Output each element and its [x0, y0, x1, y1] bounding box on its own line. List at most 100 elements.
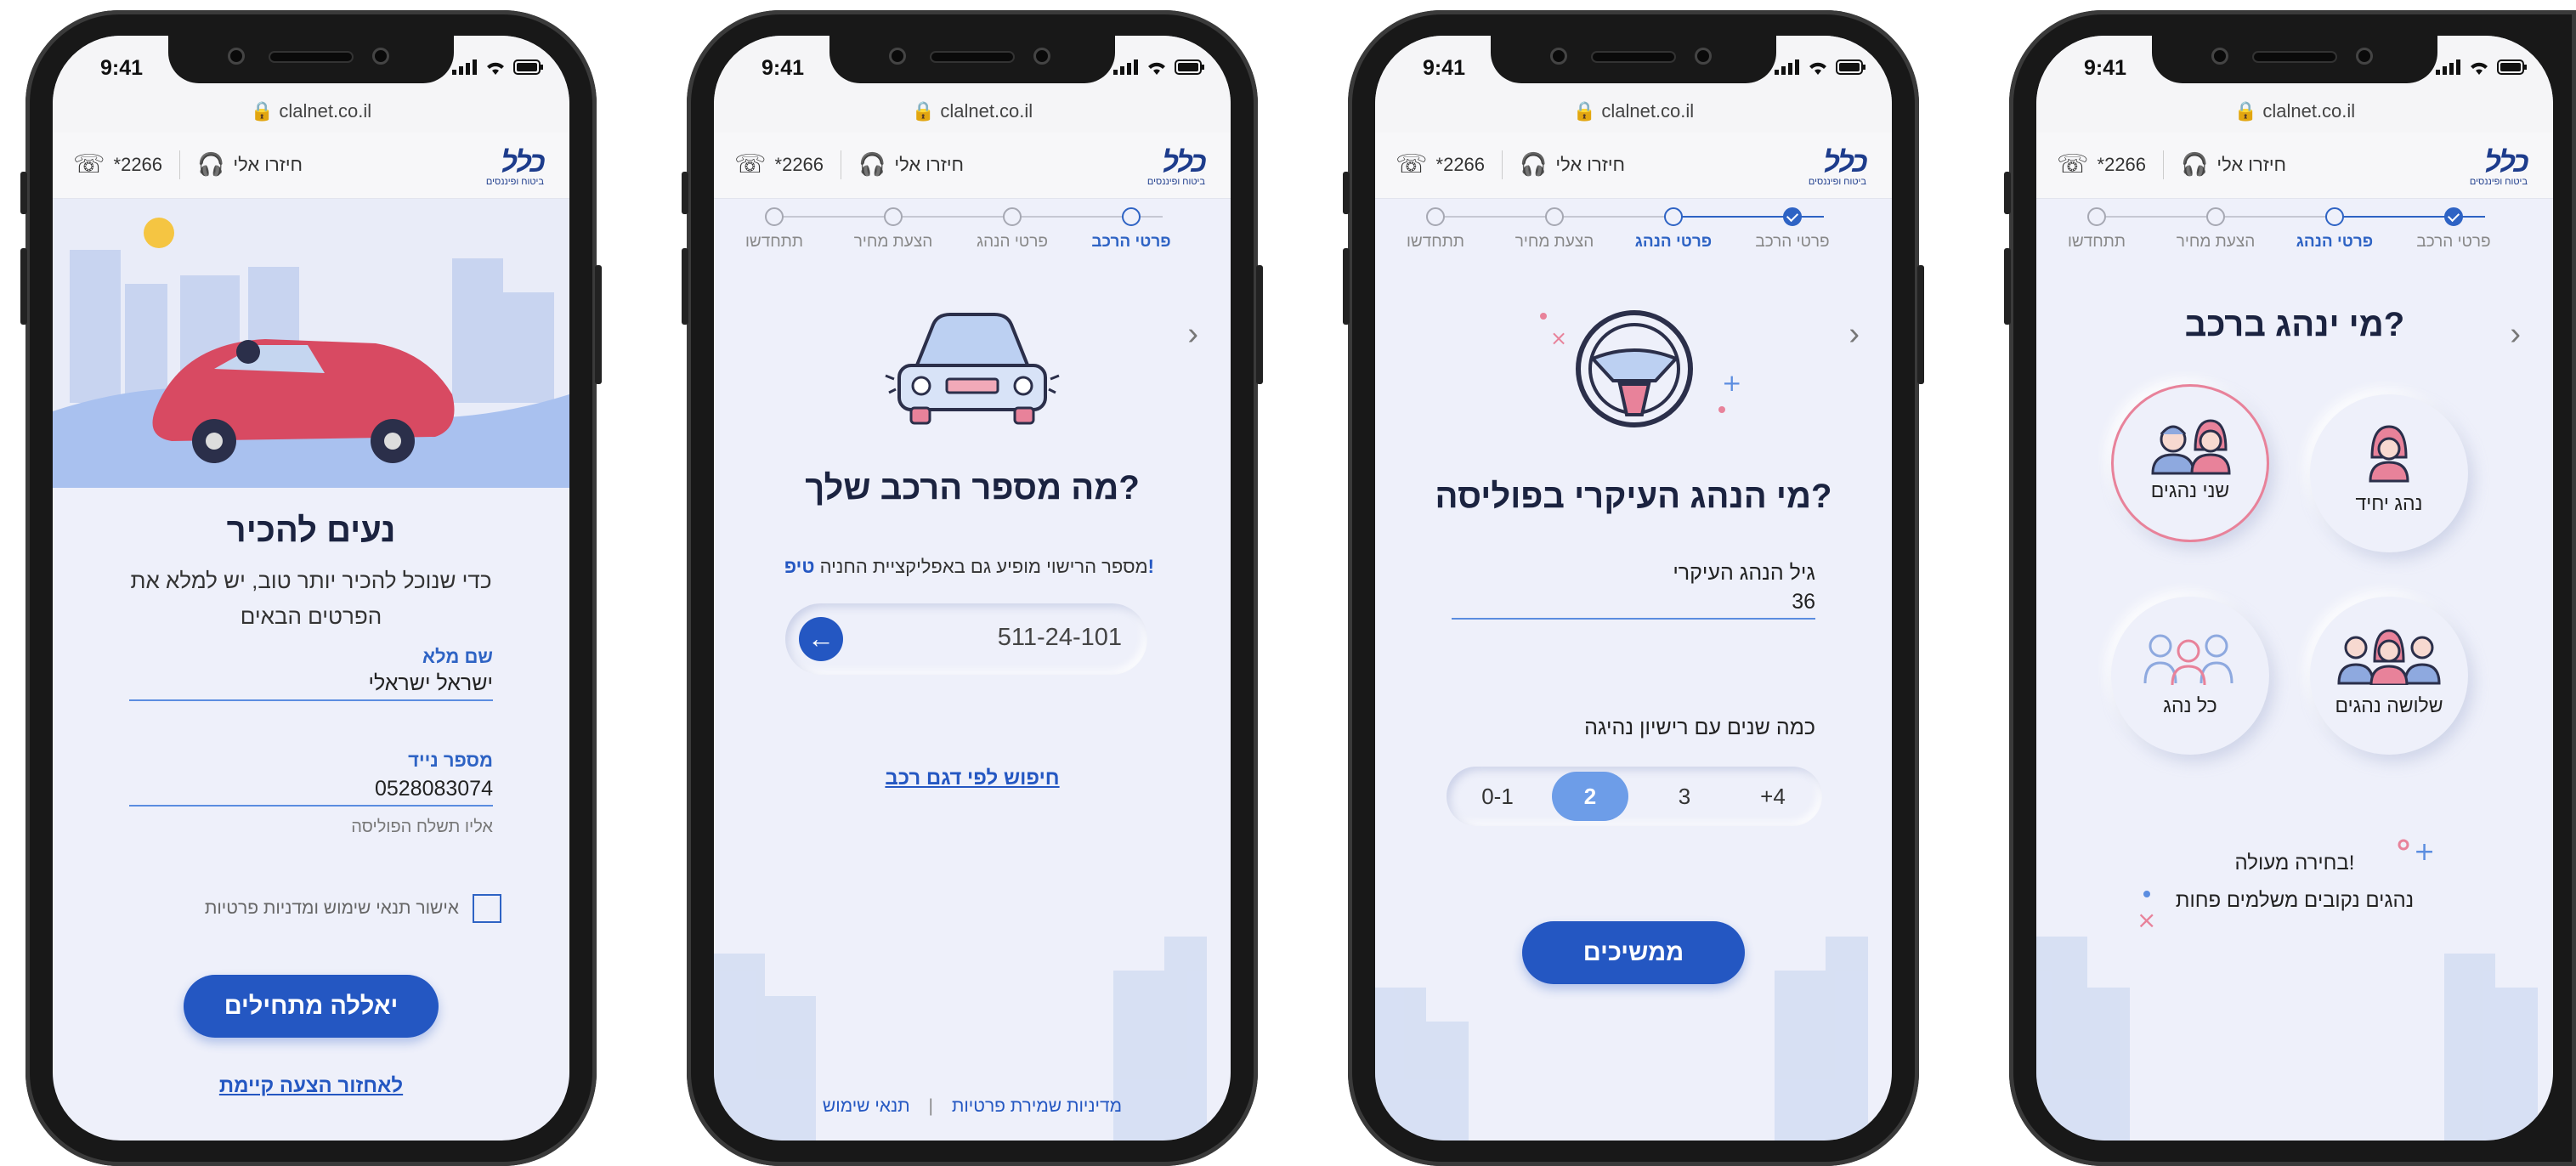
divider [1502, 150, 1503, 179]
consent-row[interactable]: אישור תנאי שימוש ומדניות פרטיות [205, 894, 501, 923]
screen-main-driver: 9:41 🔒 clalnet.co.il ☏ *2266 🎧 חיזרו אלי… [1375, 36, 1892, 1141]
phone-number[interactable]: *2266 [2098, 154, 2147, 176]
footer-links: מדיניות שמירת פרטיות | תנאי שימוש [714, 1096, 1231, 1117]
step-dot [2325, 207, 2344, 226]
submit-arrow-icon[interactable]: ← [799, 617, 843, 661]
option-single-driver[interactable]: נהג יחיד [2310, 394, 2468, 552]
logo-main: כלל [1823, 146, 1868, 178]
license-years-selector[interactable]: 0-1 2 3 +4 [1447, 767, 1822, 826]
headset-icon[interactable]: 🎧 [2181, 151, 2208, 178]
step-label: פרטי הרכב [2416, 233, 2491, 251]
start-button[interactable]: יאללה מתחילים [184, 975, 439, 1038]
signal-icon [1775, 59, 1799, 75]
camera [889, 48, 906, 65]
option-label: כל נהג [2163, 694, 2217, 716]
consent-checkbox[interactable] [473, 894, 501, 923]
phone-icon[interactable]: ☏ [734, 150, 767, 179]
svg-text:×: × [1550, 326, 1567, 350]
back-chevron-icon[interactable]: › [1848, 316, 1860, 353]
back-chevron-icon[interactable]: › [1187, 316, 1198, 353]
status-icons [1113, 59, 1205, 75]
city-skyline-decoration [2036, 937, 2538, 1141]
year-option[interactable]: 0-1 [1457, 767, 1538, 826]
phone-frame-3: 9:41 🔒 clalnet.co.il ☏ *2266 🎧 חיזרו אלי… [1343, 10, 1924, 1166]
year-option[interactable]: +4 [1732, 767, 1814, 826]
wifi-icon [1809, 62, 1826, 75]
page-title: נעים להכיר [226, 512, 396, 549]
battery-icon [1175, 59, 1204, 75]
phone-icon[interactable]: ☏ [73, 150, 105, 179]
phone-number[interactable]: *2266 [775, 154, 824, 176]
battery-icon [1836, 59, 1865, 75]
step-label: הצעת מחיר [2176, 233, 2256, 251]
side-button [2004, 248, 2011, 325]
step-check-icon [1783, 207, 1802, 226]
battery-icon [2497, 59, 2527, 75]
mobile-field[interactable]: 0528083074 [129, 777, 493, 807]
headset-icon[interactable]: 🎧 [197, 151, 224, 178]
phone-number[interactable]: *2266 [114, 154, 163, 176]
name-field[interactable]: ישראל ישראלי [129, 671, 493, 701]
lock-icon: 🔒 [250, 100, 275, 122]
option-any-driver[interactable]: כל נהג [2111, 597, 2269, 755]
restore-quote-link[interactable]: לאחזור הצעה קיימת [53, 1074, 569, 1098]
footer-divider: | [928, 1096, 933, 1116]
app-header: ☏ *2266 🎧 חיזרו אלי כלל ביטוח ופיננסים [2036, 133, 2553, 199]
page-title: מי הנהג העיקרי בפוליסה? [1435, 478, 1832, 515]
url-bar[interactable]: 🔒 clalnet.co.il [2036, 95, 2553, 133]
callback-link[interactable]: חיזרו אלי [894, 154, 964, 176]
signal-icon [1113, 59, 1138, 75]
logo-sub: ביטוח ופיננסים [1808, 177, 1866, 187]
callback-link[interactable]: חיזרו אלי [1555, 154, 1625, 176]
url-text: clalnet.co.il [940, 100, 1033, 122]
phone-frame-4: 9:41 🔒 clalnet.co.il ☏ *2266 🎧 חיזרו אלי… [2004, 10, 2576, 1166]
option-three-drivers[interactable]: שלושה נהגים [2310, 597, 2468, 755]
hero-car-illustration [53, 199, 569, 488]
logo-sub: ביטוח ופיננסים [2469, 177, 2528, 187]
signal-icon [2436, 59, 2460, 75]
camera [1695, 48, 1712, 65]
status-time: 9:41 [761, 56, 805, 80]
svg-text:×: × [2137, 906, 2156, 934]
logo-main: כלל [1162, 146, 1207, 178]
phone-number[interactable]: *2266 [1436, 154, 1486, 176]
url-bar[interactable]: 🔒 clalnet.co.il [53, 95, 569, 133]
step-label: תתחדשו [2067, 233, 2126, 251]
step-label: תתחדשו [744, 233, 804, 251]
logo-main: כלל [501, 146, 546, 178]
speaker [2252, 51, 2337, 63]
headset-icon[interactable]: 🎧 [1520, 151, 1547, 178]
step-check-icon [2444, 207, 2463, 226]
age-field[interactable]: 36 [1452, 590, 1815, 620]
speaker [930, 51, 1015, 63]
sparkle-decoration-icon: + × [2137, 837, 2435, 934]
logo-sub: ביטוח ופיננסים [485, 177, 544, 187]
search-by-model-link[interactable]: חיפוש לפי דגם רכב [714, 767, 1231, 790]
plate-input[interactable]: ← 511-24-101 [785, 603, 1147, 675]
option-two-drivers[interactable]: שני נהגים [2111, 384, 2269, 542]
age-label: גיל הנהג העיקרי [1673, 561, 1815, 585]
clal-logo: כלל ביטוח ופיננסים [457, 146, 546, 187]
terms-link[interactable]: תנאי שימוש [823, 1096, 910, 1116]
divider [179, 150, 181, 179]
option-label: שני נהגים [2150, 479, 2230, 501]
status-icons [452, 59, 544, 75]
year-option[interactable]: 3 [1644, 767, 1725, 826]
phone-icon[interactable]: ☏ [2057, 150, 2089, 179]
url-bar[interactable]: 🔒 clalnet.co.il [714, 95, 1231, 133]
privacy-link[interactable]: מדיניות שמירת פרטיות [952, 1096, 1122, 1116]
step-label: פרטי הנהג [1634, 233, 1713, 251]
plate-value: 511-24-101 [997, 624, 1122, 651]
phone-icon[interactable]: ☏ [1396, 150, 1428, 179]
status-time: 9:41 [2084, 56, 2127, 80]
year-option-selected[interactable]: 2 [1552, 772, 1628, 821]
headset-icon[interactable]: 🎧 [858, 151, 886, 178]
mobile-label: מספר נייד [408, 750, 493, 771]
callback-link[interactable]: חיזרו אלי [2216, 154, 2286, 176]
screen-who-drives: 9:41 🔒 clalnet.co.il ☏ *2266 🎧 חיזרו אלי… [2036, 36, 2553, 1141]
url-bar[interactable]: 🔒 clalnet.co.il [1375, 95, 1892, 133]
callback-link[interactable]: חיזרו אלי [233, 154, 303, 176]
clal-logo: כלל ביטוח ופיננסים [1780, 146, 1868, 187]
status-icons [1775, 59, 1866, 75]
side-button [682, 248, 688, 325]
